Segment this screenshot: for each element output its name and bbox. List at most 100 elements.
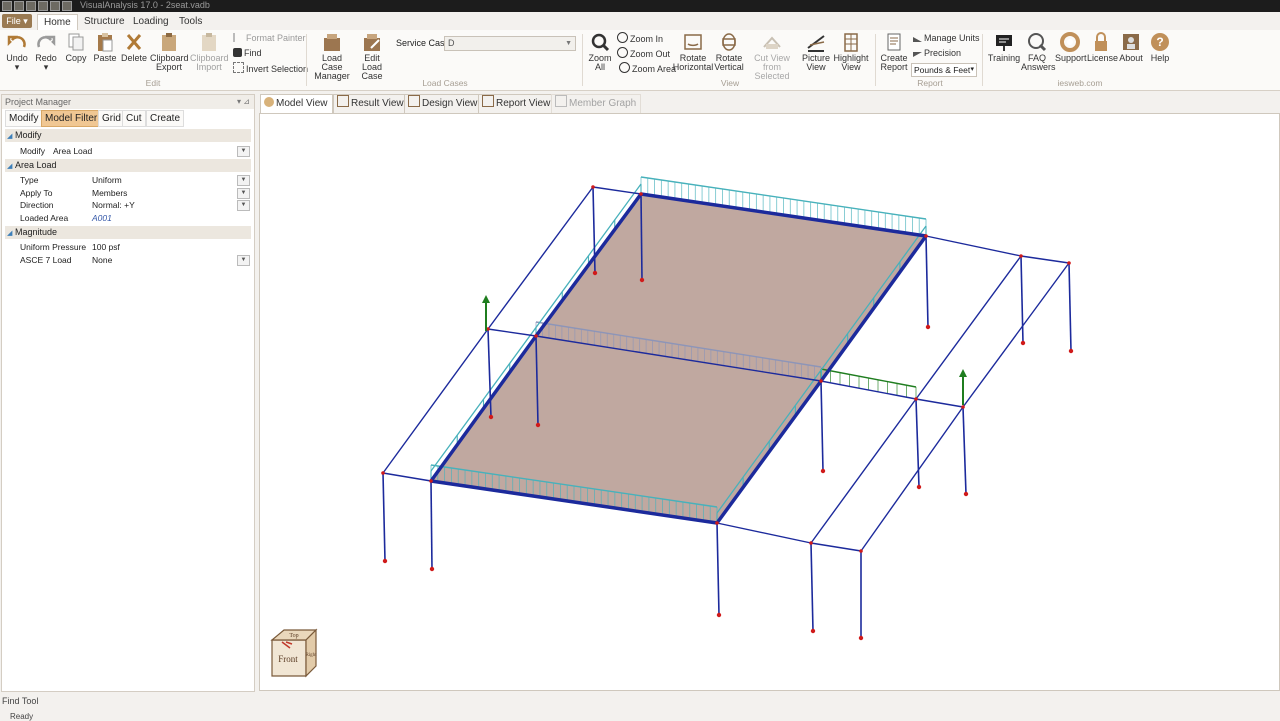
property-asce7-load[interactable]: ASCE 7 Load None ▼ — [5, 254, 251, 266]
highlight-view-button[interactable]: Highlight View — [832, 32, 870, 72]
save-icon[interactable] — [38, 1, 48, 11]
property-type[interactable]: Type Uniform ▼ — [5, 174, 251, 186]
undo-quick-icon[interactable] — [62, 1, 72, 11]
undo-button[interactable]: Undo ▾ — [4, 32, 30, 72]
column-member[interactable] — [820, 380, 824, 472]
joint-node[interactable] — [1019, 254, 1023, 258]
tab-structure[interactable]: Structure — [78, 14, 131, 30]
beam-member[interactable] — [1020, 255, 1070, 264]
support-node[interactable] — [858, 635, 864, 641]
find-tool-label[interactable]: Find Tool — [2, 696, 38, 706]
joint-node[interactable] — [715, 521, 719, 525]
beam-member[interactable] — [382, 472, 432, 482]
support-node[interactable] — [429, 566, 435, 572]
pm-tab-grid[interactable]: Grid — [98, 110, 125, 127]
edit-load-case-button[interactable]: Edit Load Case — [353, 32, 391, 81]
beam-member[interactable] — [592, 186, 642, 195]
faq-answers-button[interactable]: FAQ Answers — [1021, 32, 1056, 72]
support-node[interactable] — [963, 491, 969, 497]
tab-design-view[interactable]: Design View — [404, 94, 483, 114]
joint-node[interactable] — [1067, 261, 1071, 265]
delete-button[interactable]: Delete — [121, 32, 147, 63]
joint-node[interactable] — [924, 234, 928, 238]
help-button[interactable]: ? Help — [1147, 32, 1173, 63]
property-loaded-area[interactable]: Loaded Area A001 — [5, 212, 251, 224]
picture-view-button[interactable]: Picture View — [801, 32, 831, 72]
tab-home[interactable]: Home — [37, 14, 78, 31]
copy-button[interactable]: Copy — [63, 32, 89, 63]
joint-node[interactable] — [591, 185, 595, 189]
tab-tools[interactable]: Tools — [173, 14, 208, 30]
column-member[interactable] — [962, 406, 967, 495]
chevron-down-icon[interactable]: ▼ — [237, 200, 250, 211]
beam-member[interactable] — [915, 398, 964, 408]
column-member[interactable] — [1068, 262, 1072, 352]
support-node[interactable] — [716, 612, 722, 618]
pin-icon[interactable]: ▾ ⊿ — [237, 95, 250, 109]
column-member[interactable] — [430, 480, 433, 570]
property-uniform-pressure[interactable]: Uniform Pressure 100 psf — [5, 241, 251, 253]
redo-button[interactable]: Redo ▾ — [33, 32, 59, 72]
find-button[interactable]: Find — [233, 47, 262, 59]
property-apply-to[interactable]: Apply To Members ▼ — [5, 187, 251, 199]
joint-node[interactable] — [809, 541, 813, 545]
beam-member[interactable] — [962, 262, 1070, 408]
support-node[interactable] — [592, 270, 598, 276]
joint-node[interactable] — [819, 379, 823, 383]
support-node[interactable] — [925, 324, 931, 330]
print-icon[interactable] — [50, 1, 60, 11]
beam-member[interactable] — [810, 542, 862, 552]
units-select[interactable]: Pounds & Feet ▾ — [911, 63, 977, 77]
support-node[interactable] — [382, 558, 388, 564]
column-member[interactable] — [382, 472, 386, 562]
tab-model-view[interactable]: Model View — [260, 94, 333, 114]
create-report-button[interactable]: Create Report — [879, 32, 909, 72]
clipboard-import-button[interactable]: Clipboard Import — [190, 32, 229, 72]
column-member[interactable] — [640, 193, 643, 281]
joint-node[interactable] — [429, 479, 433, 483]
pm-tab-model-filter[interactable]: Model Filter — [41, 110, 102, 127]
support-button[interactable]: Support — [1055, 32, 1087, 63]
column-member[interactable] — [810, 542, 814, 632]
service-case-select[interactable]: D ▼ — [444, 36, 576, 51]
model-view-canvas[interactable]: Front Top Right — [259, 113, 1280, 691]
property-modify[interactable]: Modify Area Load ▼ — [5, 145, 251, 157]
chevron-down-icon[interactable]: ▼ — [237, 146, 250, 157]
support-node[interactable] — [535, 422, 541, 428]
joint-node[interactable] — [381, 471, 385, 475]
beam-member[interactable] — [487, 328, 537, 337]
beam-member[interactable] — [925, 235, 1022, 257]
column-member[interactable] — [1020, 255, 1024, 344]
new-icon[interactable] — [14, 1, 24, 11]
support-node[interactable] — [916, 484, 922, 490]
joint-node[interactable] — [534, 334, 538, 338]
beam-member[interactable] — [810, 398, 917, 544]
column-member[interactable] — [716, 522, 720, 616]
paste-button[interactable]: Paste — [92, 32, 118, 63]
joint-node[interactable] — [639, 192, 643, 196]
zoom-in-button[interactable]: Zoom In — [617, 32, 663, 45]
zoom-area-button[interactable]: Zoom Area — [619, 62, 676, 75]
structural-model[interactable] — [260, 114, 1279, 690]
chevron-down-icon[interactable]: ▼ — [237, 175, 250, 186]
chevron-down-icon[interactable]: ▼ — [237, 188, 250, 199]
support-node[interactable] — [820, 468, 826, 474]
tab-member-graph[interactable]: Member Graph — [551, 94, 642, 114]
pm-tab-create[interactable]: Create — [146, 110, 185, 127]
training-button[interactable]: Training — [987, 32, 1021, 63]
joint-node[interactable] — [914, 397, 918, 401]
license-button[interactable]: License — [1087, 32, 1118, 63]
beam-member[interactable] — [716, 522, 812, 544]
beam-member[interactable] — [860, 406, 964, 552]
view-cube[interactable]: Front Top Right — [270, 628, 320, 680]
beam-member[interactable] — [915, 255, 1022, 400]
rotate-horizontal-button[interactable]: Rotate Horizontal — [672, 32, 714, 72]
zoom-all-button[interactable]: Zoom All — [587, 32, 613, 72]
chevron-down-icon[interactable]: ▼ — [237, 255, 250, 266]
reaction-arrow-head[interactable] — [959, 369, 967, 377]
cut-view-from-selected-button[interactable]: Cut View from Selected — [745, 32, 799, 81]
rotate-vertical-button[interactable]: Rotate Vertical — [714, 32, 744, 72]
file-menu-button[interactable]: File ▾ — [2, 14, 32, 28]
joint-node[interactable] — [859, 549, 863, 553]
about-button[interactable]: About — [1117, 32, 1145, 63]
